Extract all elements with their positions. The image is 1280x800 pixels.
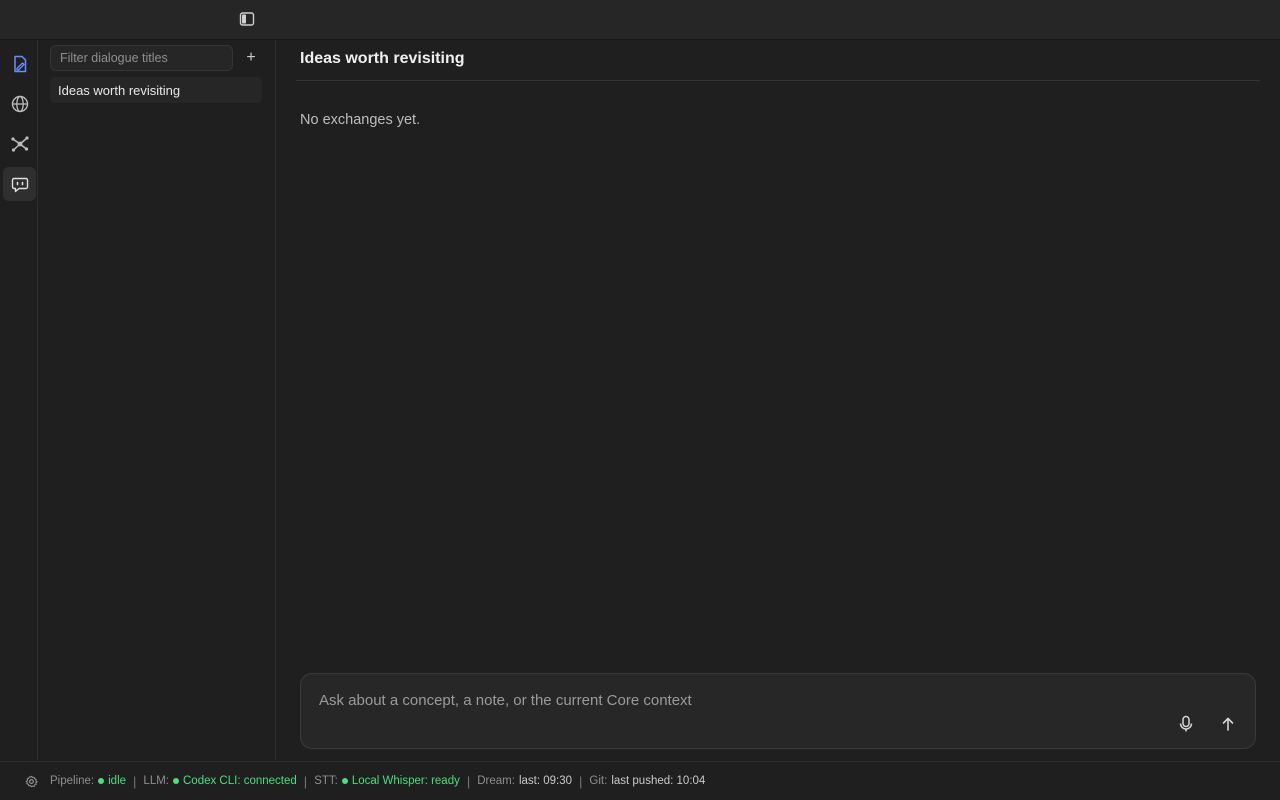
activity-bar [0,40,38,760]
status-bar: Pipeline: idle | LLM: Codex CLI: connect… [0,761,1280,800]
pipeline-label: Pipeline: [50,775,95,787]
add-dialogue-button[interactable]: + [241,48,261,68]
status-separator: | [466,773,471,789]
pipeline-status: idle [108,775,127,787]
dream-status: last: 09:30 [518,775,573,787]
stt-status: Local Whisper: ready [351,775,460,787]
chat-composer [300,673,1256,749]
status-separator: | [133,773,137,789]
microphone-icon[interactable] [1174,712,1198,736]
git-status: last pushed: 10:04 [611,775,706,787]
filter-dialogue-input[interactable] [50,45,233,71]
chat-bot-icon[interactable] [3,167,36,201]
pipeline-status-dot [98,778,105,784]
dream-label: Dream: [477,775,515,787]
graph-network-icon[interactable] [3,127,36,161]
git-label: Git: [589,775,608,787]
llm-label: LLM: [143,775,169,787]
edit-note-icon[interactable] [3,47,36,81]
stt-status-dot [341,778,348,784]
arrow-up-icon[interactable] [1216,712,1240,736]
llm-status-dot [173,778,179,784]
status-separator: | [579,773,583,789]
dialogue-list-item[interactable]: Ideas worth revisiting [50,77,262,103]
title-bar [0,0,1280,40]
title-divider [296,80,1260,81]
status-separator: | [303,773,308,789]
sidebar-toggle-icon[interactable] [238,10,256,28]
chat-input[interactable] [319,688,1159,712]
stt-label: STT: [314,775,338,787]
globe-icon[interactable] [3,87,36,121]
gear-icon[interactable] [24,774,38,788]
page-title: Ideas worth revisiting [300,50,465,67]
llm-status: Codex CLI: connected [183,775,297,787]
empty-state-text: No exchanges yet. [300,112,421,128]
dialogue-list-panel: + Ideas worth revisiting [38,40,276,760]
